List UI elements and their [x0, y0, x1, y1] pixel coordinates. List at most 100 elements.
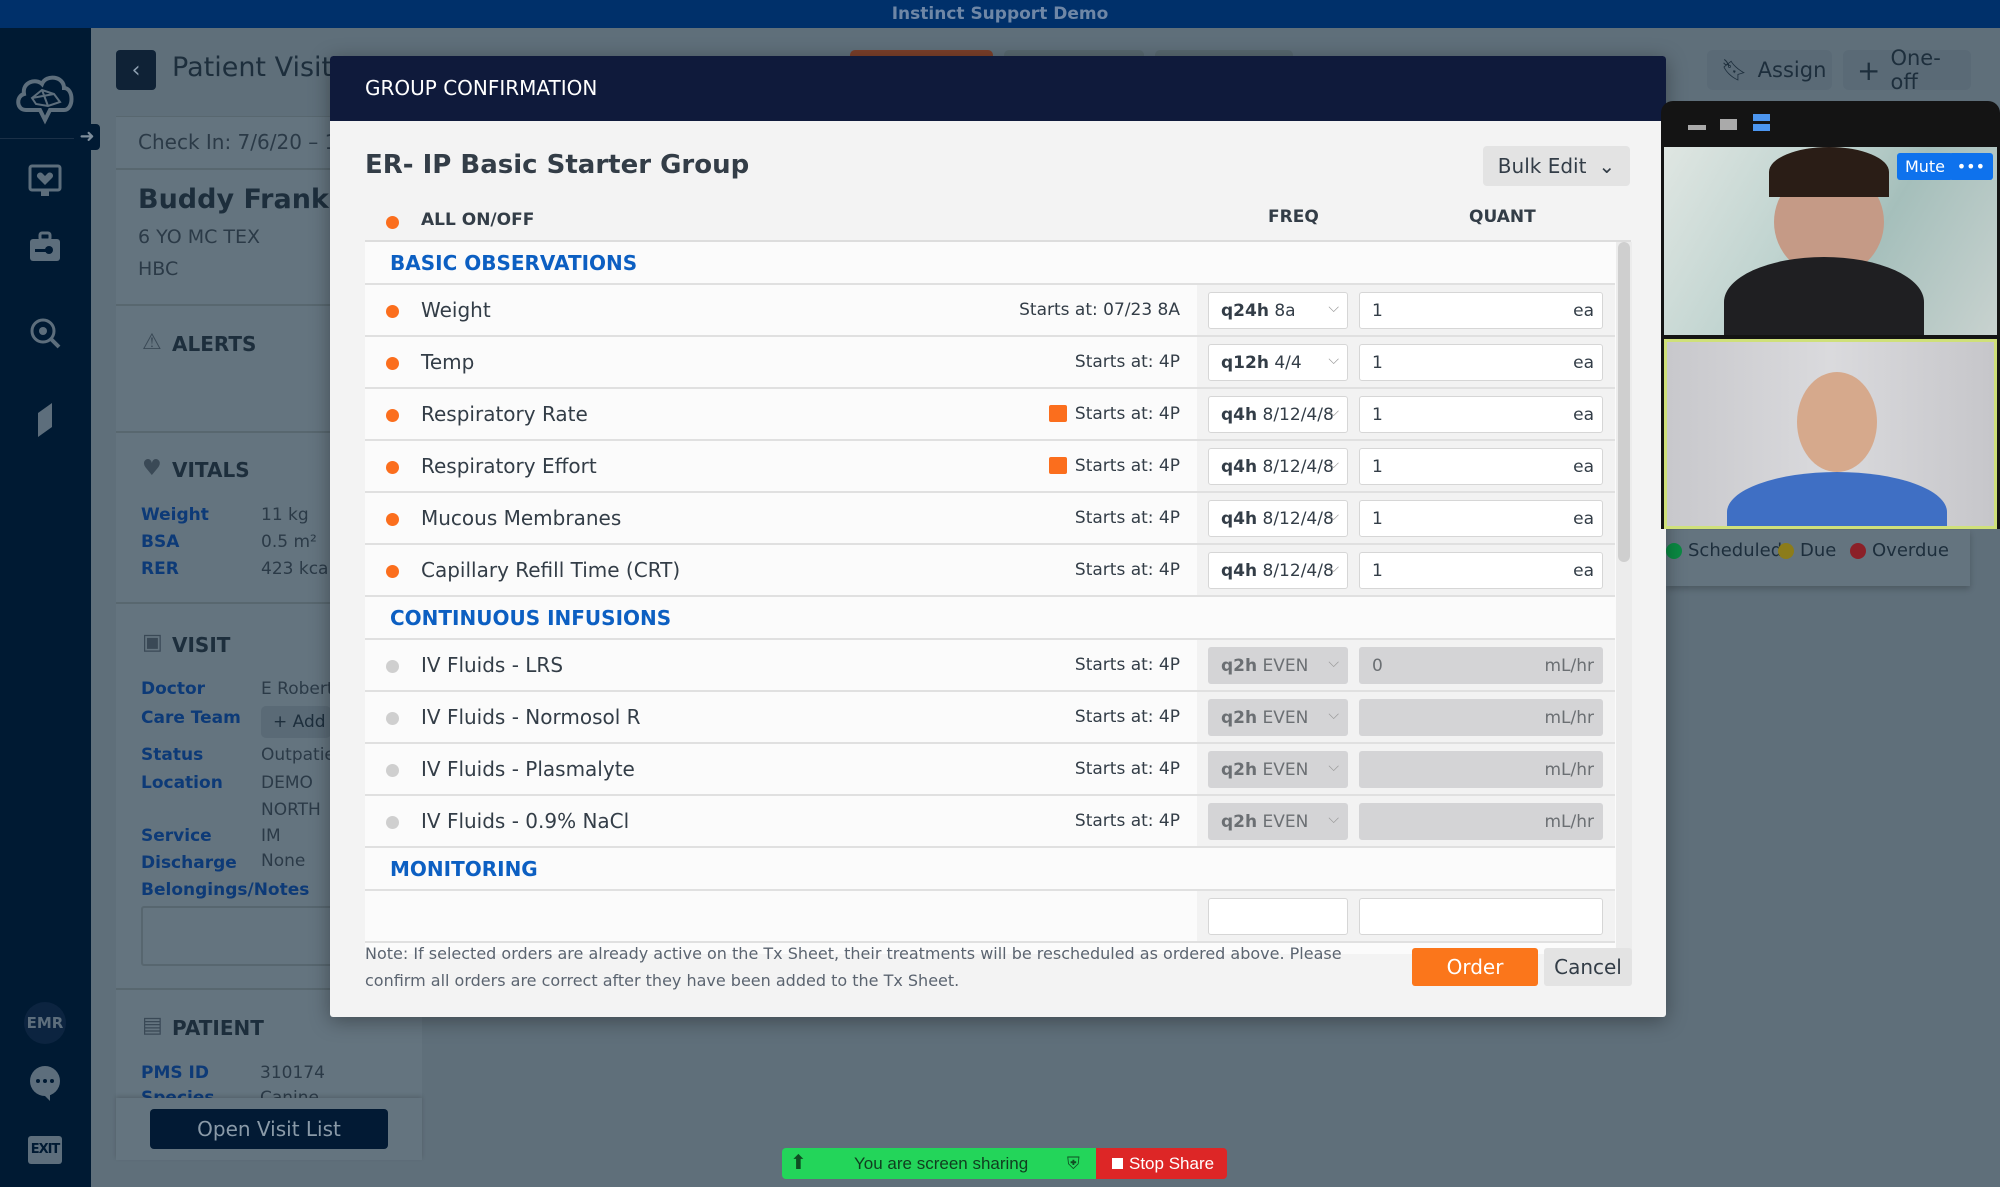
toggle-dot[interactable] — [386, 357, 399, 370]
freq-detail: 8/12/4/8 — [1262, 561, 1334, 581]
back-button[interactable]: ‹ — [116, 50, 156, 90]
freq-select[interactable]: q24h 8a ⌵ — [1208, 292, 1348, 329]
order-row: Temp Starts at: 4P q12h 4/4 ⌵ 1 ea — [365, 337, 1615, 389]
comment-icon[interactable] — [1049, 457, 1067, 474]
assign-button[interactable]: 🔖︎ Assign — [1707, 50, 1832, 90]
open-visit-list-button[interactable]: Open Visit List — [150, 1109, 388, 1149]
comment-icon[interactable] — [1049, 405, 1067, 422]
freq-select[interactable]: q4h 8/12/4/8 ⌵ — [1208, 500, 1348, 537]
quantity-input[interactable]: 1 ea — [1359, 292, 1603, 329]
modal-header: GROUP CONFIRMATION — [330, 56, 1666, 121]
order-name: Mucous Membranes — [421, 506, 622, 530]
chevron-down-icon: ⌵ — [1328, 456, 1339, 472]
participant-body — [1724, 257, 1924, 335]
order-button[interactable]: Order — [1412, 948, 1538, 986]
freq-select[interactable]: q4h 8/12/4/8 ⌵ — [1208, 396, 1348, 433]
quantity-input[interactable]: 1 ea — [1359, 448, 1603, 485]
visit-label: Service — [141, 826, 212, 846]
orders-scrollbar[interactable] — [1616, 242, 1632, 954]
chevron-down-icon: ⌵ — [1328, 560, 1339, 576]
vital-value: 0.5 m² — [261, 532, 317, 552]
calendar-heart-icon: ▣ — [142, 630, 163, 655]
freq-select[interactable]: q2h EVEN ⌵ — [1208, 647, 1348, 684]
toggle-dot[interactable] — [386, 816, 399, 829]
freq-code: q4h — [1221, 561, 1258, 581]
bulk-edit-dropdown[interactable]: Bulk Edit ⌄ — [1483, 146, 1630, 186]
order-row: IV Fluids - Plasmalyte Starts at: 4P q2h E… — [365, 744, 1615, 796]
order-name: Temp — [421, 350, 475, 374]
service-value: IM — [261, 826, 281, 846]
mute-button[interactable]: Mute — [1896, 153, 1953, 180]
freq-detail: EVEN — [1262, 656, 1309, 676]
toggle-dot[interactable] — [386, 565, 399, 578]
single-view-icon[interactable] — [1720, 119, 1737, 130]
briefcase-key-icon[interactable] — [22, 224, 68, 270]
monitor-heart-icon[interactable] — [22, 158, 68, 204]
expand-arrow-icon[interactable]: ➜ — [74, 124, 100, 150]
quantity-input[interactable] — [1359, 898, 1603, 935]
quantity-input[interactable]: mL/hr — [1359, 751, 1603, 788]
quantity-input[interactable]: mL/hr — [1359, 699, 1603, 736]
cancel-button[interactable]: Cancel — [1544, 948, 1632, 986]
toggle-dot[interactable] — [386, 513, 399, 526]
shield-check-icon: ⛨ — [1067, 1154, 1080, 1173]
toggle-dot[interactable] — [386, 764, 399, 777]
vital-value: 423 kcal/ — [261, 559, 339, 579]
toggle-dot[interactable] — [386, 305, 399, 318]
participant-video-2[interactable] — [1664, 339, 1997, 529]
quantity-input[interactable]: 1 ea — [1359, 396, 1603, 433]
visit-label: Discharge — [141, 853, 237, 873]
freq-code: q2h — [1221, 656, 1258, 676]
order-row: IV Fluids - 0.9% NaCl Starts at: 4P q2h EV… — [365, 796, 1615, 848]
minimize-icon[interactable] — [1688, 125, 1706, 130]
one-off-button[interactable]: + One-off — [1843, 46, 1971, 94]
quantity-input[interactable]: 1 ea — [1359, 500, 1603, 537]
participant-face — [1797, 372, 1877, 472]
participant-video-1[interactable]: Mute ••• — [1664, 147, 1997, 335]
legend-dot — [1666, 542, 1682, 559]
freq-select[interactable]: q4h 8/12/4/8 ⌵ — [1208, 448, 1348, 485]
stop-square-icon — [1112, 1158, 1123, 1169]
all-toggle-dot[interactable] — [386, 216, 399, 229]
screen-sharing-bar[interactable]: ⬆︎ You are screen sharing ⛨ — [782, 1148, 1096, 1179]
quantity-input[interactable]: mL/hr — [1359, 803, 1603, 840]
more-options-button[interactable]: ••• — [1948, 153, 1993, 180]
quantity-input[interactable]: 1 ea — [1359, 344, 1603, 381]
quantity-input[interactable]: 1 ea — [1359, 552, 1603, 589]
toggle-dot[interactable] — [386, 712, 399, 725]
quantity-input[interactable]: 0 mL/hr — [1359, 647, 1603, 684]
freq-code: q4h — [1221, 509, 1258, 529]
freq-detail: 8a — [1274, 301, 1296, 321]
belongings-notes-input[interactable] — [141, 906, 341, 966]
vital-label[interactable]: BSA — [141, 532, 179, 552]
all-on-off-toggle[interactable]: ALL ON/OFF — [421, 210, 534, 230]
freq-select[interactable]: q2h EVEN ⌵ — [1208, 699, 1348, 736]
chevron-down-icon: ⌄ — [1598, 154, 1616, 178]
feather-icon[interactable] — [22, 396, 68, 442]
freq-select[interactable]: q2h EVEN ⌵ — [1208, 803, 1348, 840]
toggle-dot[interactable] — [386, 461, 399, 474]
quantity-value: 0 — [1372, 656, 1383, 676]
stop-share-button[interactable]: Stop Share — [1096, 1148, 1227, 1179]
patient-breed-code: HBC — [138, 258, 179, 280]
brain-cloud-logo-icon[interactable] — [12, 66, 78, 132]
freq-select[interactable]: q4h 8/12/4/8 ⌵ — [1208, 552, 1348, 589]
freq-select[interactable]: q2h EVEN ⌵ — [1208, 751, 1348, 788]
scroll-thumb[interactable] — [1618, 242, 1630, 562]
vital-label[interactable]: Weight — [141, 505, 209, 525]
chat-bubble-icon[interactable] — [22, 1060, 68, 1106]
emr-button[interactable]: EMR — [24, 1002, 66, 1044]
freq-select[interactable]: q12h 4/4 ⌵ — [1208, 344, 1348, 381]
freq-code: q4h — [1221, 405, 1258, 425]
add-care-team-button[interactable]: + Add — [261, 706, 331, 738]
toggle-dot[interactable] — [386, 409, 399, 422]
freq-select[interactable] — [1208, 898, 1348, 935]
check-in-text: Check In: 7/6/20 – 16 — [138, 130, 351, 154]
gallery-view-icon[interactable] — [1753, 114, 1770, 121]
vital-label[interactable]: RER — [141, 559, 179, 579]
vital-value: 11 kg — [261, 505, 309, 525]
exit-button[interactable]: EXIT — [28, 1136, 62, 1164]
search-virus-icon[interactable] — [22, 310, 68, 356]
toggle-dot[interactable] — [386, 660, 399, 673]
bookmark-icon: 🔖︎ — [1721, 57, 1748, 82]
